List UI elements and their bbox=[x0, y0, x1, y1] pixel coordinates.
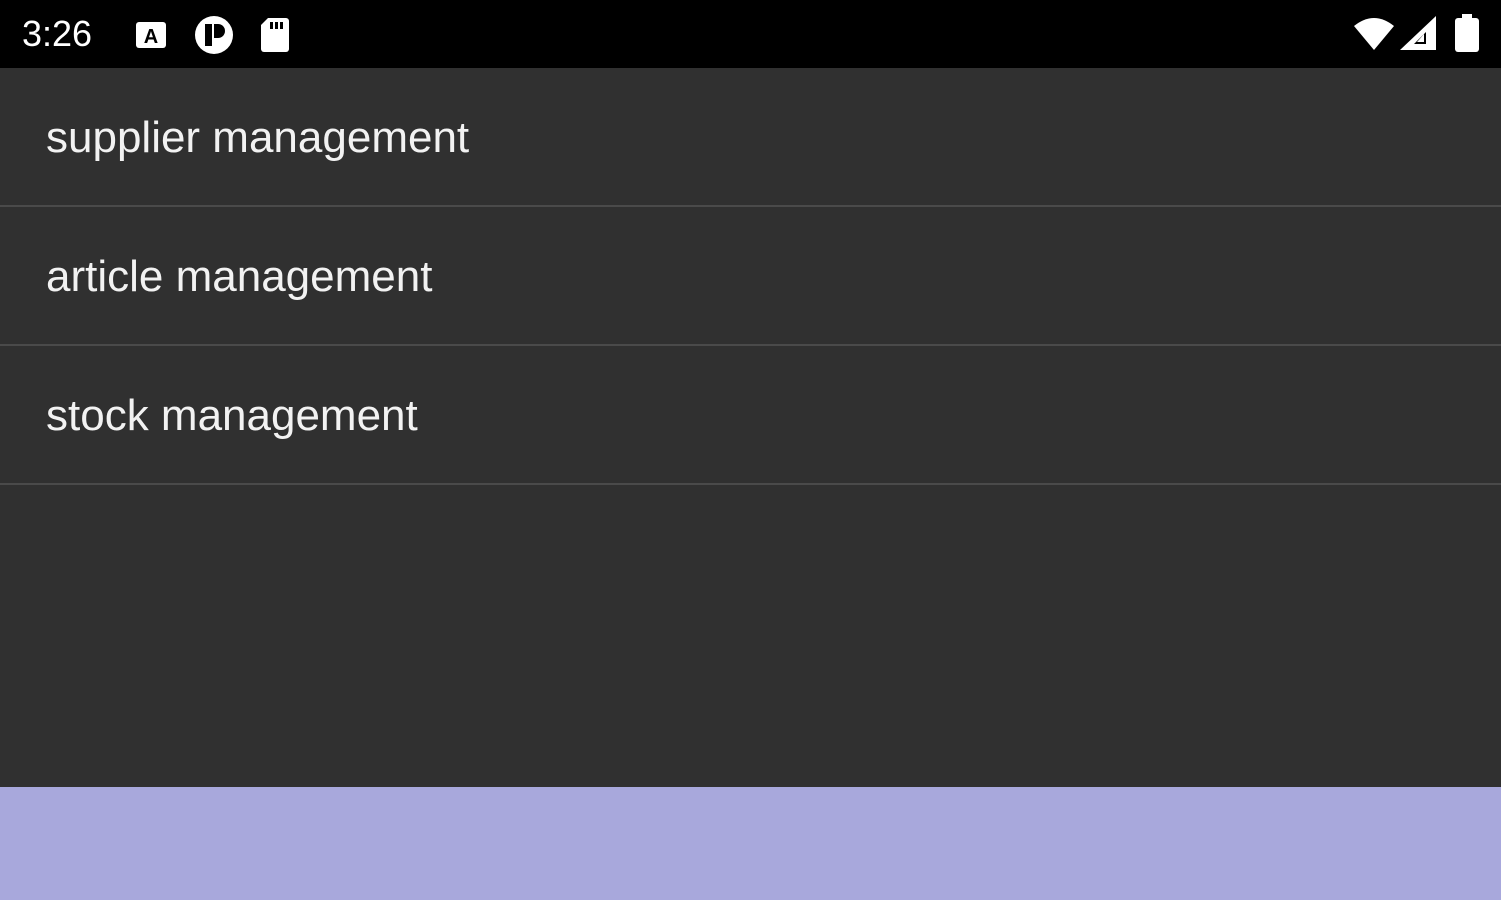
svg-text:A: A bbox=[144, 26, 158, 48]
management-menu-list: supplier management article management s… bbox=[0, 68, 1501, 485]
menu-item-label: stock management bbox=[46, 391, 418, 440]
menu-item-article-management[interactable]: article management bbox=[0, 207, 1501, 346]
bottom-bar bbox=[0, 787, 1501, 900]
app-screen: 3:26 A supplier management article manag… bbox=[0, 0, 1501, 900]
cell-signal-icon bbox=[1398, 14, 1438, 54]
sd-card-icon bbox=[258, 14, 292, 54]
keyboard-a-icon: A bbox=[134, 14, 168, 54]
menu-item-label: supplier management bbox=[46, 113, 470, 162]
app-notification-icon bbox=[192, 14, 236, 54]
wifi-icon bbox=[1352, 14, 1396, 54]
menu-item-label: article management bbox=[46, 252, 433, 301]
status-bar: 3:26 A bbox=[0, 0, 1501, 68]
menu-item-supplier-management[interactable]: supplier management bbox=[0, 68, 1501, 207]
menu-item-stock-management[interactable]: stock management bbox=[0, 346, 1501, 485]
status-time: 3:26 bbox=[22, 13, 93, 54]
battery-icon bbox=[1452, 14, 1482, 54]
